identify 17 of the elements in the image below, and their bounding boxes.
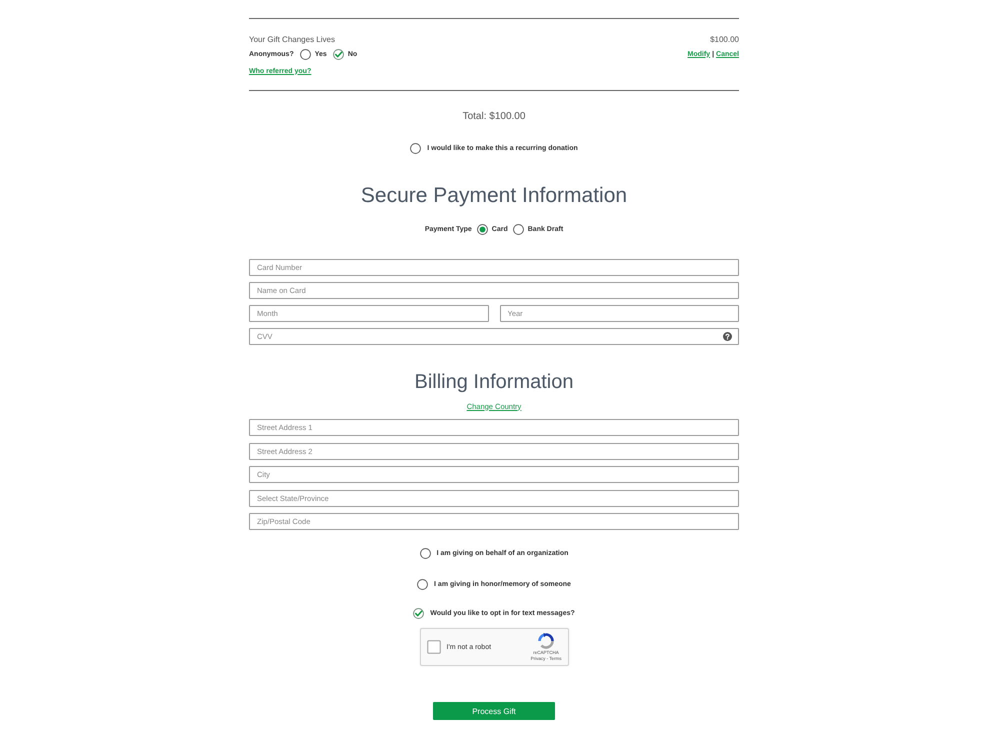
radio-button[interactable]: [300, 48, 311, 60]
help-icon[interactable]: [723, 332, 732, 341]
radio-button[interactable]: [476, 224, 488, 234]
section-heading: Billing Information: [414, 370, 574, 394]
gift-title: Your Gift Changes Lives: [249, 34, 335, 44]
radio-button[interactable]: [512, 224, 524, 234]
captcha-checkbox[interactable]: [426, 640, 440, 654]
total-amount: Total: $100.00: [462, 111, 526, 123]
radio-button[interactable]: [332, 48, 344, 60]
checkbox[interactable]: [420, 548, 431, 558]
checkbox[interactable]: [417, 578, 428, 590]
refresh-arrows-icon: [538, 633, 554, 649]
process-gift-button[interactable]: Process Gift: [433, 702, 555, 720]
checkbox[interactable]: [410, 142, 422, 154]
gift-amount: $100.00: [710, 34, 739, 44]
section-heading: Secure Payment Information: [360, 183, 628, 209]
checkbox[interactable]: [413, 608, 424, 618]
